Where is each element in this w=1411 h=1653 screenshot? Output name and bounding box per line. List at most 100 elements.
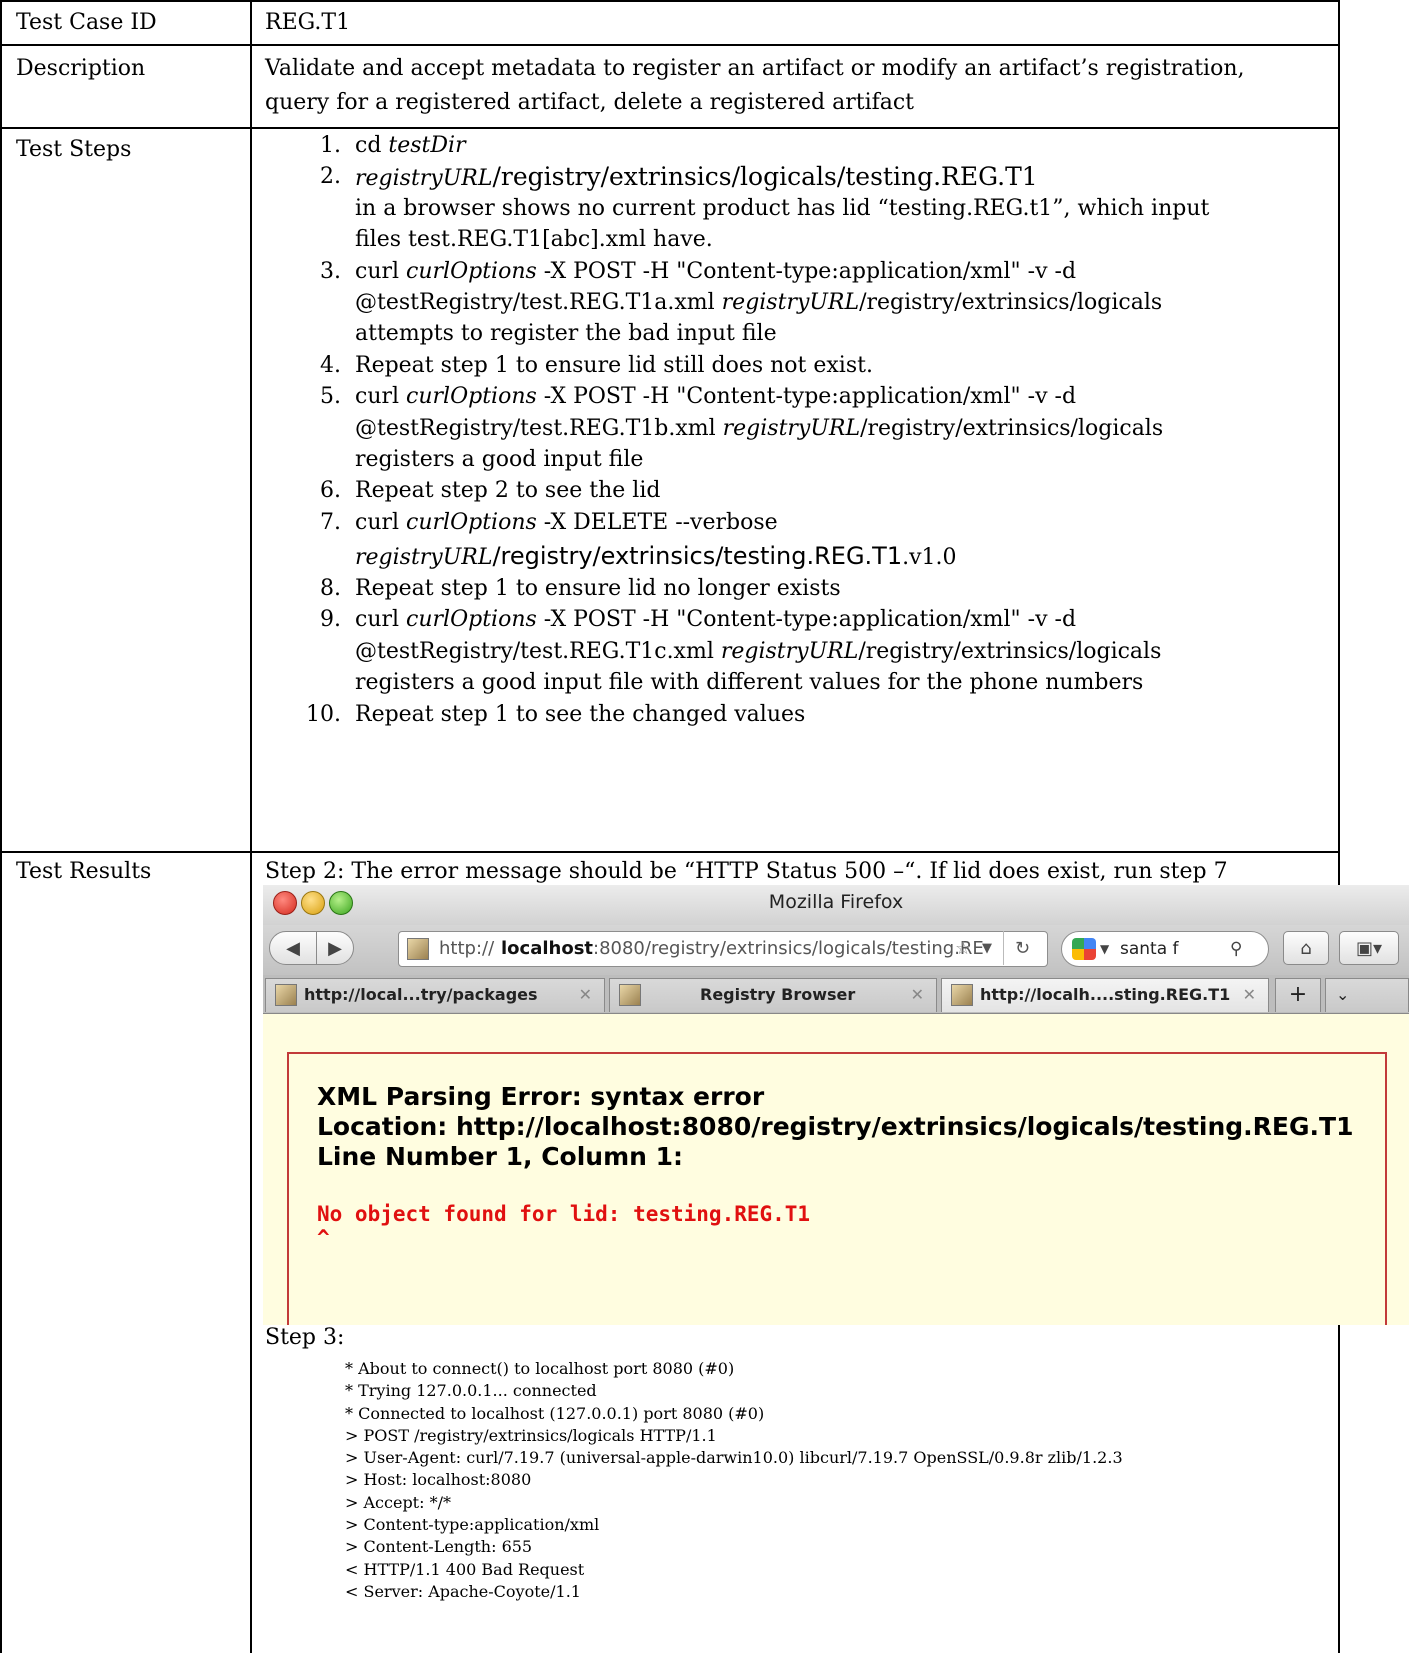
log-line: < Server: Apache-Coyote/1.1: [345, 1581, 581, 1601]
firefox-screenshot: Mozilla Firefox ◀ ▶ http:// localhost :8…: [263, 885, 1409, 1325]
error-line: Line Number 1, Column 1:: [317, 1142, 684, 1171]
step-9-url-path: /registry/extrinsics/logicals: [858, 638, 1162, 664]
log-line: > POST /registry/extrinsics/logicals HTT…: [345, 1425, 717, 1445]
bookmark-star-icon[interactable]: ☆: [955, 932, 971, 966]
tab-label: http://local...try/packages: [304, 985, 538, 1004]
results-step-2-text: Step 2: The error message should be “HTT…: [265, 859, 1228, 884]
step-number: 6.: [320, 478, 341, 504]
url-rest: :8080/registry/extrinsics/logicals/testi…: [593, 938, 984, 959]
step-5-url-var: registryURL: [722, 415, 861, 441]
step-number: 2.: [320, 164, 341, 190]
step-7-version: .v1.0: [902, 545, 957, 571]
url-bar[interactable]: http:// localhost :8080/registry/extrins…: [398, 931, 1048, 967]
table-border-left: [0, 0, 2, 1653]
step-number: 4.: [320, 352, 341, 378]
firefox-tab-strip: http://local...try/packages ✕ Registry B…: [263, 975, 1409, 1014]
new-tab-plus-icon[interactable]: +: [1275, 978, 1321, 1012]
log-line: * Connected to localhost (127.0.0.1) por…: [345, 1403, 765, 1423]
log-line: < HTTP/1.1 400 Bad Request: [345, 1559, 585, 1579]
step-7-pre: curl: [355, 509, 407, 535]
step-9-file: @testRegistry/test.REG.T1c.xml: [355, 638, 721, 664]
tab-packages[interactable]: http://local...try/packages ✕: [265, 978, 605, 1012]
row-label-test-results: Test Results: [16, 859, 152, 884]
search-box[interactable]: ▼ santa f ⚲: [1061, 931, 1269, 967]
step-5-post: -X POST -H "Content-type:application/xml…: [536, 384, 1077, 410]
table-divider-1: [0, 44, 1340, 46]
step-5-text-c: registers a good input file: [355, 446, 644, 472]
firefox-title-bar: Mozilla Firefox: [263, 885, 1409, 926]
close-tab-icon[interactable]: ✕: [579, 979, 592, 1011]
step-1-text: cd: [355, 133, 389, 158]
log-line: * About to connect() to localhost port 8…: [345, 1359, 735, 1378]
step-9-url-var: registryURL: [720, 638, 859, 664]
google-search-icon: [1072, 938, 1096, 960]
step-3-file: @testRegistry/test.REG.T1a.xml: [355, 289, 722, 315]
description-line-2: query for a registered artifact, delete …: [265, 90, 915, 115]
error-message: No object found for lid: testing.REG.T1: [317, 1202, 811, 1226]
step-1-italic: testDir: [388, 133, 466, 158]
url-prefix: http://: [439, 938, 495, 959]
step-number: 10.: [306, 701, 341, 727]
tab-favicon-icon: [951, 984, 973, 1006]
xml-error-box: XML Parsing Error: syntax error Location…: [287, 1052, 1387, 1325]
step-number: 3.: [320, 258, 341, 284]
step-number: 8.: [320, 576, 341, 602]
step-5-url-path: /registry/extrinsics/logicals: [860, 415, 1164, 441]
search-magnifier-icon[interactable]: ⚲: [1230, 932, 1242, 966]
table-column-divider: [250, 0, 252, 1653]
window-title: Mozilla Firefox: [768, 891, 904, 913]
step-7-url-path: /registry/extrinsics/testing.REG.T1: [492, 542, 903, 571]
tab-list-icon[interactable]: ⌄: [1325, 978, 1409, 1012]
tab-label: Registry Browser: [700, 985, 856, 1004]
search-text: santa f: [1120, 939, 1179, 959]
row-label-description: Description: [16, 56, 146, 81]
step-10-text: Repeat step 1 to see the changed values: [355, 701, 806, 727]
step-number: 9.: [320, 607, 341, 633]
back-arrow-icon[interactable]: ◀: [269, 931, 317, 965]
step-9-post: -X POST -H "Content-type:application/xml…: [536, 607, 1077, 633]
curl-verbose-log: * About to connect() to localhost port 8…: [345, 1358, 1123, 1603]
engine-dropdown-icon[interactable]: ▼: [1100, 932, 1109, 966]
step-5-options: curlOptions: [406, 384, 537, 410]
error-title: XML Parsing Error: syntax error: [317, 1082, 765, 1111]
step-9-options: curlOptions: [406, 607, 537, 633]
reload-icon[interactable]: ↻: [1015, 932, 1030, 966]
step-number: 1.: [320, 133, 341, 158]
step-8-text: Repeat step 1 to ensure lid no longer ex…: [355, 576, 841, 602]
tab-testing-reg[interactable]: http://localh....sting.REG.T1 ✕: [941, 978, 1269, 1012]
results-step-3-label: Step 3:: [265, 1325, 345, 1350]
close-tab-icon[interactable]: ✕: [911, 979, 924, 1011]
bookmarks-menu-icon[interactable]: ▣▾: [1339, 931, 1399, 965]
site-favicon-icon: [407, 938, 429, 960]
tab-favicon-icon: [275, 984, 297, 1006]
log-line: > Content-type:application/xml: [345, 1515, 600, 1535]
history-dropdown-icon[interactable]: ▼: [982, 932, 992, 966]
tab-label: http://localh....sting.REG.T1: [980, 985, 1231, 1004]
step-7-options: curlOptions: [406, 509, 537, 535]
step-6-text: Repeat step 2 to see the lid: [355, 478, 661, 504]
table-border-right: [1338, 0, 1340, 1653]
log-line: > Host: localhost:8080: [345, 1470, 532, 1490]
table-divider-2: [0, 127, 1340, 129]
url-host: localhost: [501, 938, 594, 959]
step-2-url-var: registryURL: [355, 166, 493, 192]
step-2-text-c: files test.REG.T1[abc].xml have.: [355, 227, 713, 253]
tab-registry-browser[interactable]: Registry Browser ✕: [609, 978, 937, 1012]
firefox-nav-bar: ◀ ▶ http:// localhost :8080/registry/ext…: [263, 925, 1409, 975]
step-9-pre: curl: [355, 607, 407, 633]
step-3-pre: curl: [355, 258, 407, 284]
tab-favicon-icon: [619, 984, 641, 1006]
log-line: > User-Agent: curl/7.19.7 (universal-app…: [345, 1448, 1123, 1468]
step-3-text-c: attempts to register the bad input file: [355, 321, 777, 347]
step-2-url-path: /registry/extrinsics/logicals/testing.RE…: [492, 162, 1038, 192]
forward-arrow-icon[interactable]: ▶: [316, 931, 354, 965]
step-5-pre: curl: [355, 384, 407, 410]
step-3-url-var: registryURL: [721, 289, 860, 315]
home-icon[interactable]: ⌂: [1283, 931, 1329, 965]
table-border-top: [0, 0, 1340, 2]
error-location: Location: http://localhost:8080/registry…: [317, 1112, 1354, 1141]
step-7-post: -X DELETE --verbose: [536, 509, 778, 535]
close-tab-icon[interactable]: ✕: [1243, 979, 1256, 1011]
url-divider: [1003, 931, 1004, 965]
step-4-text: Repeat step 1 to ensure lid still does n…: [355, 352, 873, 378]
